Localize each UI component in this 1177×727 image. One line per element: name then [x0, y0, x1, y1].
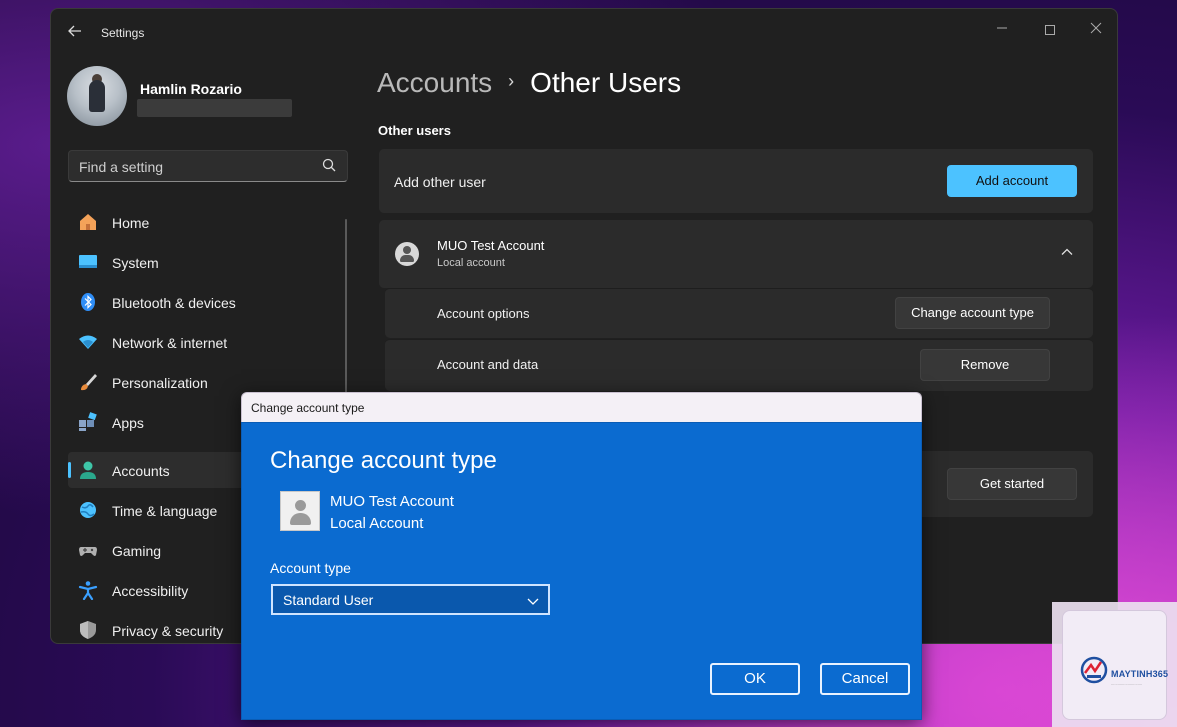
sidebar-item-personalization[interactable]: Personalization	[68, 364, 248, 400]
account-type-selected: Standard User	[283, 592, 374, 608]
chevron-down-icon	[526, 594, 540, 606]
maximize-button[interactable]	[1035, 17, 1065, 41]
profile-email-redacted	[137, 99, 292, 117]
bluetooth-icon	[78, 292, 98, 312]
dialog-account-name: MUO Test Account	[330, 493, 454, 510]
accessibility-icon	[78, 580, 98, 601]
globe-icon	[78, 500, 98, 520]
system-icon	[78, 252, 98, 272]
search-input[interactable]: Find a setting	[68, 150, 348, 182]
add-other-user-label: Add other user	[394, 174, 486, 190]
add-other-user-card: Add other user Add account	[379, 149, 1093, 213]
user-card-header[interactable]: MUO Test Account Local account	[379, 220, 1093, 288]
cancel-button[interactable]: Cancel	[820, 663, 910, 695]
get-started-button[interactable]: Get started	[947, 468, 1077, 500]
search-icon[interactable]	[321, 157, 337, 173]
account-options-row: Account options Change account type	[385, 288, 1093, 338]
breadcrumb: Accounts › Other Users	[377, 67, 681, 99]
maximize-icon	[1045, 25, 1055, 36]
section-title-other-users: Other users	[378, 123, 451, 138]
avatar-figure-body	[89, 80, 105, 112]
dialog-title: Change account type	[251, 401, 365, 415]
app-title: Settings	[101, 26, 145, 40]
change-account-type-dialog: Change account type Change account type …	[241, 392, 922, 720]
back-arrow-icon[interactable]	[65, 23, 85, 43]
chevron-up-icon[interactable]	[1059, 244, 1075, 260]
remove-button[interactable]: Remove	[920, 349, 1050, 381]
sidebar-item-bluetooth[interactable]: Bluetooth & devices	[68, 284, 248, 320]
dialog-heading: Change account type	[270, 447, 497, 474]
brush-icon	[78, 372, 98, 392]
titlebar: Settings	[51, 9, 1117, 57]
user-name: MUO Test Account	[437, 238, 545, 253]
sidebar-item-network[interactable]: Network & internet	[68, 324, 248, 360]
sidebar-item-privacy-security[interactable]: Privacy & security	[68, 612, 248, 643]
home-icon	[78, 212, 98, 232]
breadcrumb-separator: ›	[508, 71, 515, 91]
breadcrumb-parent[interactable]: Accounts	[377, 67, 492, 98]
profile-avatar[interactable]	[67, 66, 127, 126]
dialog-titlebar[interactable]: Change account type	[241, 392, 922, 422]
watermark: MAYTINH365 ............................	[1052, 602, 1177, 727]
account-type-label: Account type	[270, 560, 351, 576]
search-placeholder: Find a setting	[79, 159, 164, 175]
sidebar-item-time-language[interactable]: Time & language	[68, 492, 248, 528]
watermark-badge: MAYTINH365 ............................	[1062, 610, 1169, 720]
watermark-brand: MAYTINH365	[1111, 669, 1169, 679]
watermark-tagline: ............................	[1111, 681, 1143, 686]
sidebar-item-system[interactable]: System	[68, 244, 248, 280]
maytinh365-logo-icon	[1079, 655, 1109, 685]
sidebar-item-accounts[interactable]: Accounts	[68, 452, 248, 488]
minimize-button[interactable]	[987, 17, 1017, 41]
sidebar-item-apps[interactable]: Apps	[68, 404, 248, 440]
active-indicator	[68, 462, 71, 478]
wifi-icon	[78, 332, 98, 352]
dialog-body: Change account type MUO Test Account Loc…	[241, 422, 922, 720]
change-account-type-button[interactable]: Change account type	[895, 297, 1050, 329]
account-and-data-label: Account and data	[437, 357, 539, 372]
person-icon	[78, 460, 98, 480]
sidebar-item-accessibility[interactable]: Accessibility	[68, 572, 248, 608]
profile-name: Hamlin Rozario	[140, 81, 242, 97]
user-account-type: Local account	[437, 257, 505, 269]
ok-button[interactable]: OK	[710, 663, 800, 695]
close-button[interactable]	[1081, 17, 1111, 41]
dialog-user-avatar-icon	[280, 491, 320, 531]
shield-icon	[78, 620, 98, 640]
account-type-select[interactable]: Standard User	[271, 584, 550, 615]
apps-icon	[78, 412, 98, 432]
sidebar-item-gaming[interactable]: Gaming	[68, 532, 248, 568]
account-and-data-row: Account and data Remove	[385, 339, 1093, 391]
gamepad-icon	[78, 540, 98, 560]
dialog-account-kind: Local Account	[330, 515, 424, 532]
account-options-label: Account options	[437, 306, 530, 321]
add-account-button[interactable]: Add account	[947, 165, 1077, 197]
page-title: Other Users	[530, 67, 682, 98]
user-avatar-icon	[395, 242, 419, 266]
sidebar-item-home[interactable]: Home	[68, 204, 248, 240]
